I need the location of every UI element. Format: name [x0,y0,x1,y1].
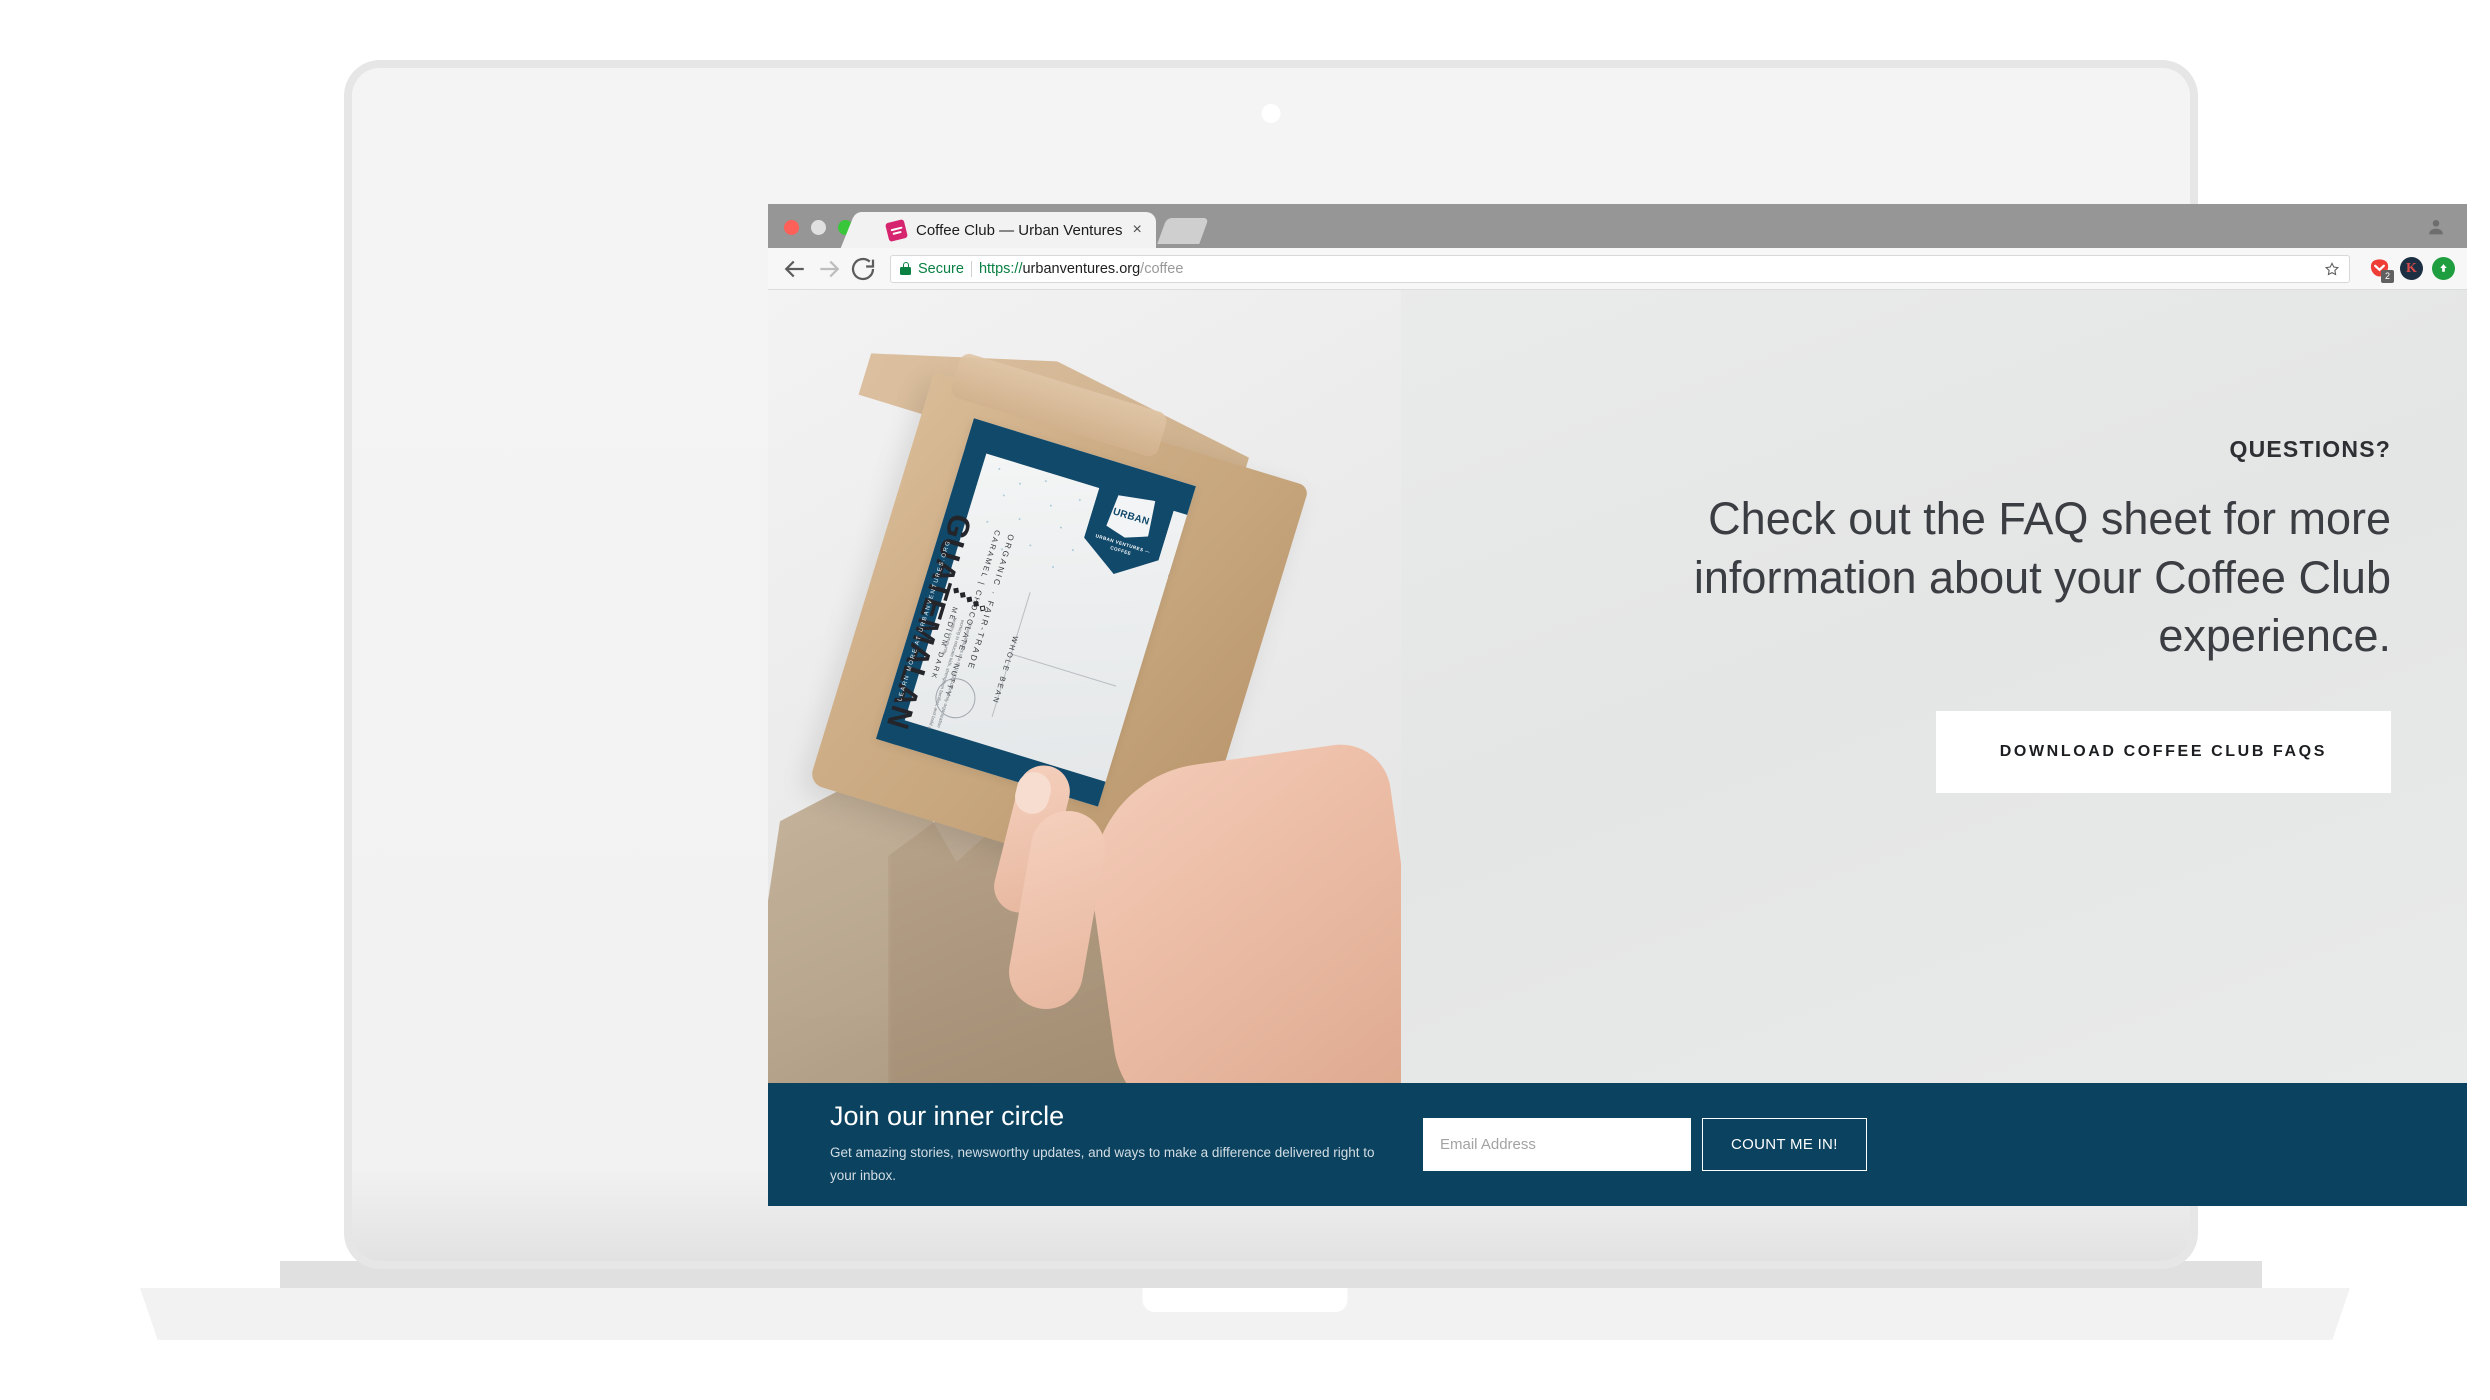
url-text: https://urbanventures.org/coffee [979,261,1184,277]
download-faqs-button[interactable]: DOWNLOAD COFFEE CLUB FAQS [1935,710,2391,793]
close-window-button[interactable] [784,220,799,235]
close-tab-icon[interactable]: × [1133,222,1142,238]
hero-photo: URBAN URBAN VENTURES — COFFEE GUATEMALAN… [768,290,1401,1083]
page-viewport: URBAN URBAN VENTURES — COFFEE GUATEMALAN… [768,290,2467,1206]
star-icon[interactable] [2324,261,2340,277]
screenshot-stage: Coffee Club — Urban Ventures × Secure ht… [0,0,2490,1400]
lock-icon [900,262,911,275]
brand-logo-badge: URBAN [1104,489,1159,544]
address-bar[interactable]: Secure https://urbanventures.org/coffee [890,254,2350,283]
label-grind-line-1: WHOLE BEAN [990,634,1021,706]
omnibox-divider [970,260,972,277]
kindle-extension-icon[interactable]: K [2400,257,2423,280]
favicon-icon [884,218,909,242]
brand-logo-text: URBAN [1111,505,1151,528]
url-path: /coffee [1140,260,1184,277]
browser-tab-active[interactable]: Coffee Club — Urban Ventures × [861,212,1156,248]
back-button[interactable] [780,254,810,284]
signup-submit-button[interactable]: COUNT ME IN! [1702,1118,1867,1171]
hero-section: URBAN URBAN VENTURES — COFFEE GUATEMALAN… [768,290,2467,1083]
browser-toolbar: Secure https://urbanventures.org/coffee … [768,248,2467,290]
pocket-extension-icon[interactable]: 2 [2368,257,2394,283]
forward-button[interactable] [814,254,844,284]
account-icon[interactable] [2425,216,2447,238]
laptop-lid: Coffee Club — Urban Ventures × Secure ht… [352,68,2467,1261]
new-tab-button[interactable] [1157,218,1209,244]
hero-copy: QUESTIONS? Check out the FAQ sheet for m… [1671,290,2391,793]
laptop-hinge-shadow [280,1261,2262,1289]
extension-badge-count: 2 [2381,270,2394,283]
webcam-icon [1261,104,1281,123]
url-host: urbanventures.org [1022,260,1141,277]
signup-subtitle: Get amazing stories, newsworthy updates,… [830,1145,1375,1183]
upload-extension-icon[interactable] [2432,257,2455,280]
tab-title: Coffee Club — Urban Ventures [916,221,1123,239]
url-scheme: https:// [978,260,1023,277]
hero-headline: Check out the FAQ sheet for more informa… [1693,493,2391,661]
signup-title: Join our inner circle [830,1101,1065,1132]
security-status-label: Secure [918,260,964,277]
minimize-window-button[interactable] [811,220,826,235]
newsletter-signup-section: Join our inner circle Get amazing storie… [768,1083,2467,1206]
browser-tab-bar: Coffee Club — Urban Ventures × [768,204,2467,248]
reload-button[interactable] [848,254,878,284]
signup-copy: Join our inner circle Get amazing storie… [830,1101,1375,1188]
hero-eyebrow: QUESTIONS? [2229,436,2391,462]
signup-form: COUNT ME IN! [1423,1118,1867,1171]
label-grind-type: WHOLE BEAN [987,634,1024,707]
email-input[interactable] [1423,1118,1691,1171]
laptop-base-notch [1142,1288,1348,1312]
extension-icons: 2 K [2362,257,2455,283]
label-divider-horizontal [1010,653,1117,687]
browser-window: Coffee Club — Urban Ventures × Secure ht… [768,204,2467,1206]
